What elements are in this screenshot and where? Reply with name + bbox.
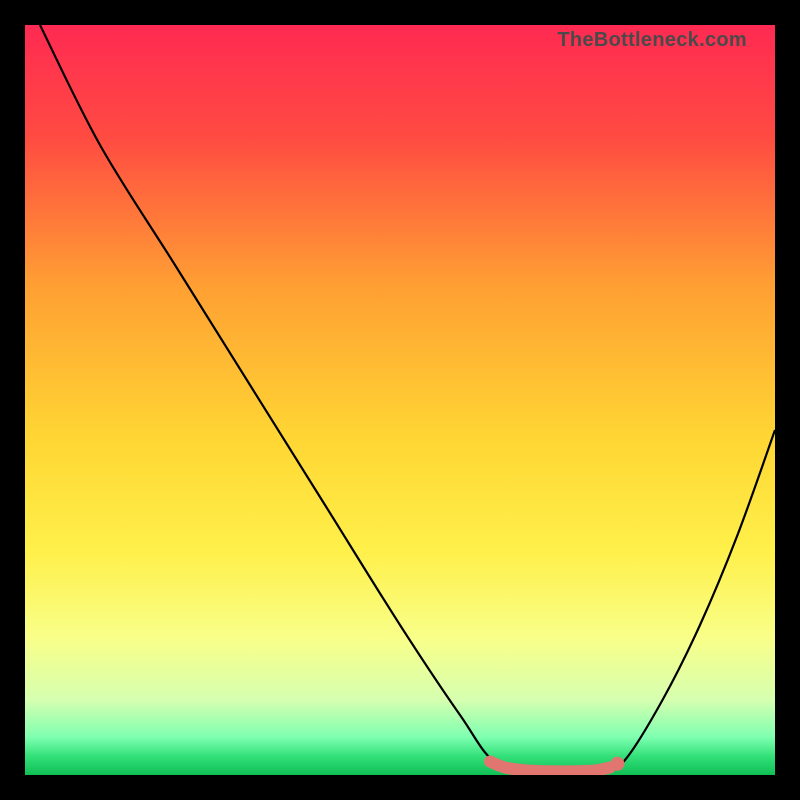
highlight-end-dot: [611, 757, 625, 771]
chart-svg: [25, 25, 775, 775]
gradient-background: [25, 25, 775, 775]
chart-frame: TheBottleneck.com: [25, 25, 775, 775]
chart-plot-area: [25, 25, 775, 775]
watermark-text: TheBottleneck.com: [557, 29, 747, 52]
